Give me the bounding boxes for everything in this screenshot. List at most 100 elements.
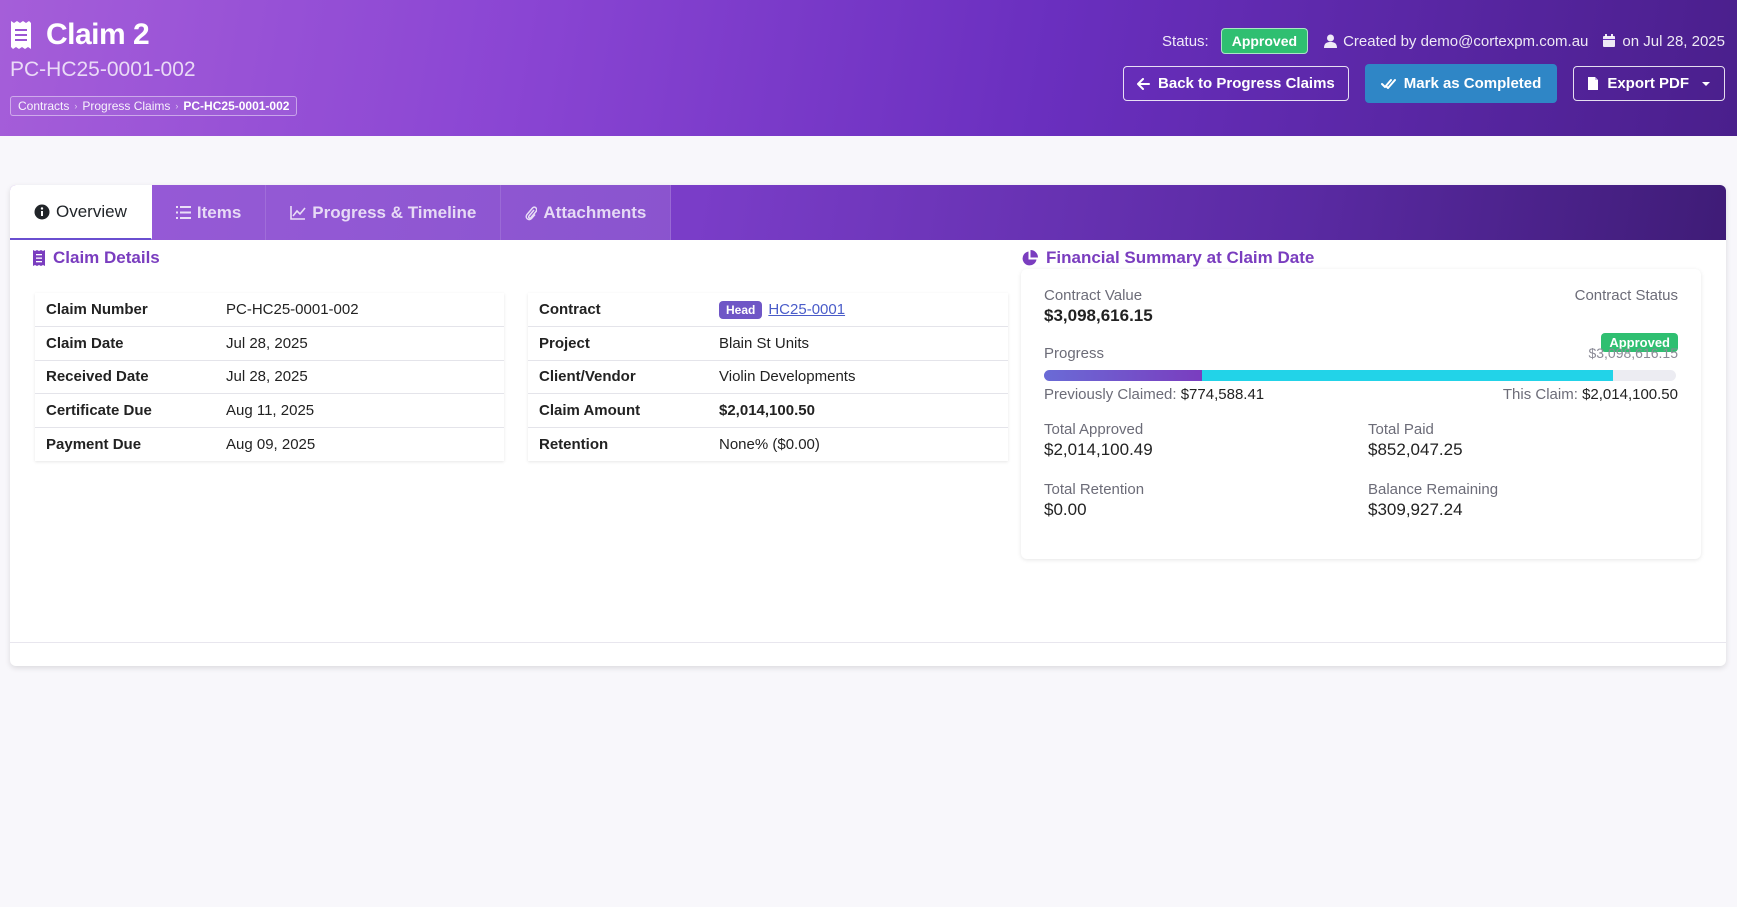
- progress-bar-this-claim: [1202, 370, 1613, 381]
- export-pdf-button[interactable]: Export PDF: [1573, 66, 1725, 101]
- client-vendor-value: Violin Developments: [708, 359, 1008, 394]
- back-to-progress-claims-button[interactable]: Back to Progress Claims: [1123, 66, 1349, 101]
- previously-claimed-label: Previously Claimed:: [1044, 386, 1177, 403]
- tab-bar: Overview Items Progress & Timeline Attac…: [10, 185, 1726, 240]
- chevron-right-icon: ›: [175, 101, 179, 111]
- export-button-label: Export PDF: [1607, 75, 1689, 92]
- tab-items[interactable]: Items: [151, 185, 267, 240]
- breadcrumb-contracts[interactable]: Contracts: [18, 99, 69, 113]
- client-vendor-label: Client/Vendor: [528, 359, 708, 394]
- receipt-icon: [33, 250, 45, 266]
- total-paid-value: $852,047.25: [1368, 440, 1463, 459]
- contract-value-label: Contract Value: [1044, 287, 1143, 304]
- arrow-left-icon: [1137, 77, 1151, 90]
- page-title: Claim 2: [46, 18, 150, 51]
- received-date-value: Jul 28, 2025: [215, 359, 504, 394]
- balance-remaining-label: Balance Remaining: [1368, 481, 1499, 498]
- progress-total: $3,098,616.15: [1588, 345, 1678, 361]
- table-row: Contract Head HC25-0001: [528, 293, 1008, 327]
- project-value: Blain St Units: [708, 326, 1008, 360]
- status-label: Status:: [1162, 32, 1209, 50]
- tab-attachments-label: Attachments: [543, 202, 647, 222]
- this-claim: This Claim: $2,014,100.50: [1503, 386, 1678, 403]
- tab-progress-timeline[interactable]: Progress & Timeline: [266, 185, 502, 240]
- total-retention-value: $0.00: [1044, 500, 1087, 519]
- created-on: on Jul 28, 2025: [1622, 32, 1725, 50]
- claim-amount-value: $2,014,100.50: [708, 393, 1008, 427]
- tab-attachments[interactable]: Attachments: [501, 185, 672, 240]
- certificate-due-label: Certificate Due: [35, 393, 215, 427]
- back-button-label: Back to Progress Claims: [1158, 75, 1335, 92]
- retention-value: None% ($0.00): [708, 426, 1008, 461]
- page-subtitle: PC-HC25-0001-002: [10, 58, 196, 81]
- contract-value: $3,098,616.15: [1044, 306, 1153, 325]
- breadcrumb-progress-claims[interactable]: Progress Claims: [82, 99, 170, 113]
- table-row: Claim Number PC-HC25-0001-002: [35, 293, 504, 327]
- mark-as-completed-button[interactable]: Mark as Completed: [1364, 64, 1558, 103]
- financial-summary-title: Financial Summary at Claim Date: [1046, 248, 1315, 267]
- tab-overview-label: Overview: [56, 201, 127, 221]
- payment-due-label: Payment Due: [35, 426, 215, 461]
- table-row: Project Blain St Units: [528, 326, 1008, 360]
- breadcrumb-current: PC-HC25-0001-002: [183, 99, 290, 113]
- claim-number-value: PC-HC25-0001-002: [226, 301, 359, 318]
- financial-summary-heading: Financial Summary at Claim Date: [1021, 248, 1314, 268]
- previously-claimed: Previously Claimed: $774,588.41: [1044, 386, 1264, 403]
- claim-meta: Status: Approved Created by demo@cortexp…: [1162, 28, 1725, 54]
- table-row: Received Date Jul 28, 2025: [35, 359, 504, 394]
- info-circle-icon: [34, 204, 50, 219]
- claim-details-title: Claim Details: [53, 248, 160, 267]
- table-row: Claim Date Jul 28, 2025: [35, 326, 504, 360]
- retention-label: Retention: [528, 426, 708, 461]
- contract-status-label: Contract Status: [1574, 287, 1678, 304]
- tab-progress-label: Progress & Timeline: [312, 202, 477, 222]
- project-label: Project: [528, 326, 708, 360]
- user-icon: [1324, 34, 1338, 48]
- double-check-icon: [1380, 78, 1396, 89]
- contract-type-badge: Head: [719, 300, 763, 319]
- claim-details-heading: Claim Details: [33, 248, 160, 268]
- claim-number-label: Claim Number: [46, 301, 148, 318]
- card-divider: [10, 642, 1726, 643]
- contract-link[interactable]: HC25-0001: [768, 301, 845, 318]
- progress-bar-previous: [1044, 370, 1202, 381]
- this-claim-value: $2,014,100.50: [1582, 386, 1678, 403]
- table-row: Claim Amount $2,014,100.50: [528, 393, 1008, 427]
- page-header: Claim 2 PC-HC25-0001-002 Contracts › Pro…: [0, 0, 1737, 136]
- contract-value: Head HC25-0001: [708, 293, 1008, 327]
- claim-date-label: Claim Date: [35, 326, 215, 360]
- table-row: Payment Due Aug 09, 2025: [35, 426, 504, 461]
- claim-card: Overview Items Progress & Timeline Attac…: [10, 185, 1726, 666]
- balance-remaining-value: $309,927.24: [1368, 500, 1463, 519]
- calendar-icon: [1603, 34, 1616, 47]
- chevron-right-icon: ›: [74, 101, 78, 111]
- table-row: Retention None% ($0.00): [528, 426, 1008, 461]
- total-approved-label: Total Approved: [1044, 421, 1144, 438]
- chart-line-icon: [290, 205, 306, 220]
- total-approved-value: $2,014,100.49: [1044, 440, 1153, 459]
- progress-bar: [1044, 370, 1676, 381]
- created-by: Created by demo@cortexpm.com.au: [1343, 32, 1589, 50]
- contract-label: Contract: [539, 301, 601, 318]
- table-row: Client/Vendor Violin Developments: [528, 359, 1008, 394]
- total-paid-label: Total Paid: [1368, 421, 1434, 438]
- file-pdf-icon: [1588, 77, 1599, 90]
- list-icon: [175, 206, 191, 219]
- claim-date-value: Jul 28, 2025: [215, 326, 504, 360]
- total-retention-label: Total Retention: [1044, 481, 1145, 498]
- status-badge: Approved: [1220, 28, 1309, 54]
- tab-items-label: Items: [196, 202, 242, 222]
- page-title-group: Claim 2: [10, 18, 150, 52]
- claim-details-table-left: Claim Number PC-HC25-0001-002 Claim Date J…: [35, 293, 504, 461]
- complete-button-label: Mark as Completed: [1403, 75, 1542, 92]
- payment-due-value: Aug 09, 2025: [215, 426, 504, 461]
- tab-overview[interactable]: Overview: [10, 185, 152, 240]
- certificate-due-value: Aug 11, 2025: [215, 393, 504, 427]
- financial-summary-panel: Contract Value $3,098,616.15 Contract St…: [1021, 269, 1701, 559]
- header-actions: Back to Progress Claims Mark as Complete…: [1123, 64, 1725, 103]
- chart-pie-icon: [1022, 249, 1038, 265]
- received-date-label: Received Date: [35, 359, 215, 394]
- paperclip-icon: [525, 205, 538, 220]
- this-claim-label: This Claim:: [1502, 386, 1578, 403]
- progress-label: Progress: [1044, 345, 1105, 362]
